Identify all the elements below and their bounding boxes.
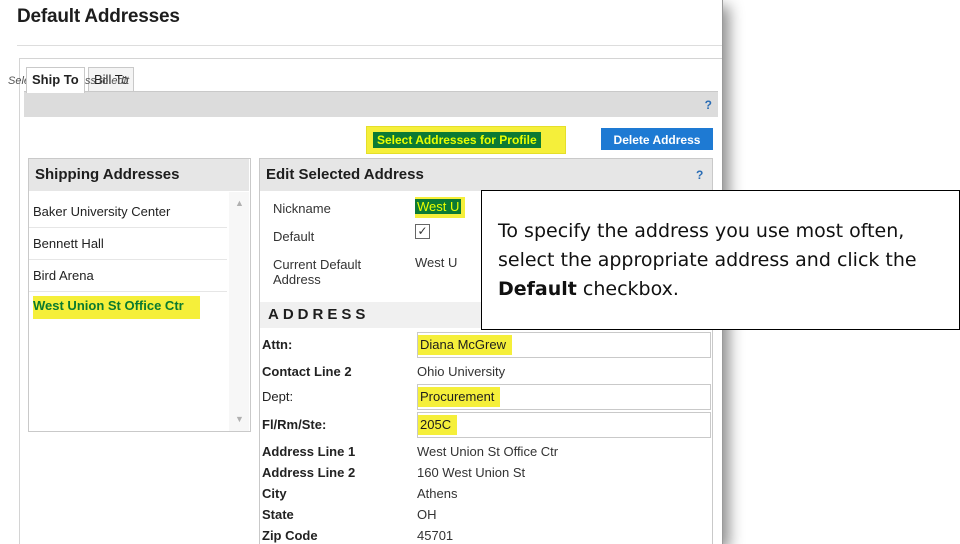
address-item-baker[interactable]: Baker University Center bbox=[29, 196, 227, 228]
help-icon[interactable]: ? bbox=[696, 168, 703, 182]
scroll-up-icon[interactable]: ▲ bbox=[235, 198, 244, 208]
address-item-label: West Union St Office Ctr bbox=[33, 296, 200, 319]
address-item-label: Bennett Hall bbox=[33, 236, 104, 251]
nickname-label: Nickname bbox=[273, 201, 331, 216]
current-default-value: West U bbox=[415, 255, 458, 270]
address-item-label: Baker University Center bbox=[33, 204, 171, 219]
dept-label: Dept: bbox=[262, 389, 294, 404]
page-title: Default Addresses bbox=[17, 6, 180, 27]
city-value: Athens bbox=[417, 486, 458, 501]
scroll-down-icon[interactable]: ▼ bbox=[235, 414, 244, 424]
instruction-callout: To specify the address you use most ofte… bbox=[481, 190, 960, 330]
dept-input[interactable]: Procurement bbox=[417, 384, 711, 410]
fl-rm-ste-input[interactable]: 205C bbox=[417, 412, 711, 438]
address-item-west-union[interactable]: West Union St Office Ctr bbox=[29, 290, 227, 321]
address-line-2-label: Address Line 2 bbox=[262, 465, 356, 480]
default-checkbox[interactable]: ✓ bbox=[415, 224, 430, 239]
address-line-2-value: 160 West Union St bbox=[417, 465, 526, 480]
current-default-label: Current Default Address bbox=[273, 257, 362, 287]
callout-bold-word: Default bbox=[498, 278, 577, 300]
help-icon[interactable]: ? bbox=[705, 98, 712, 112]
state-value: OH bbox=[417, 507, 437, 522]
dept-value: Procurement bbox=[418, 387, 501, 407]
callout-text: To specify the address you use most ofte… bbox=[498, 220, 917, 300]
address-line-1-value: West Union St Office Ctr bbox=[417, 444, 559, 459]
delete-address-button[interactable]: Delete Address bbox=[601, 128, 713, 150]
address-list-scrollbar[interactable]: ▲ ▼ bbox=[229, 192, 249, 431]
attn-label: Attn: bbox=[262, 337, 293, 352]
contact-line-2-value: Ohio University bbox=[417, 364, 506, 379]
select-addresses-button[interactable]: Select Addresses for Profile bbox=[366, 126, 566, 154]
nickname-value: West U bbox=[415, 199, 462, 214]
tab-toolbar: ? bbox=[24, 91, 718, 117]
edit-address-heading: Edit Selected Address bbox=[260, 159, 712, 191]
fl-rm-ste-label: Fl/Rm/Ste: bbox=[262, 417, 327, 432]
zip-code-label: Zip Code bbox=[262, 528, 318, 543]
attn-value: Diana McGrew bbox=[418, 335, 512, 355]
nickname-field[interactable]: West U bbox=[415, 197, 466, 218]
address-item-bird-arena[interactable]: Bird Arena bbox=[29, 260, 227, 292]
tab-ship-to[interactable]: Ship To bbox=[26, 67, 85, 93]
default-label: Default bbox=[273, 229, 315, 244]
address-line-1-label: Address Line 1 bbox=[262, 444, 356, 459]
shipping-addresses-heading: Shipping Addresses bbox=[29, 159, 249, 191]
address-item-label: Bird Arena bbox=[33, 268, 94, 283]
zip-code-value: 45701 bbox=[417, 528, 454, 543]
select-addresses-label: Select Addresses for Profile bbox=[373, 132, 541, 148]
state-label: State bbox=[262, 507, 294, 522]
address-item-bennett[interactable]: Bennett Hall bbox=[29, 228, 227, 260]
contact-line-2-label: Contact Line 2 bbox=[262, 364, 352, 379]
attn-input[interactable]: Diana McGrew bbox=[417, 332, 711, 358]
title-divider bbox=[17, 45, 722, 46]
shipping-addresses-panel: Shipping Addresses Baker University Cent… bbox=[28, 158, 251, 432]
city-label: City bbox=[262, 486, 287, 501]
fl-rm-ste-value: 205C bbox=[418, 415, 458, 435]
